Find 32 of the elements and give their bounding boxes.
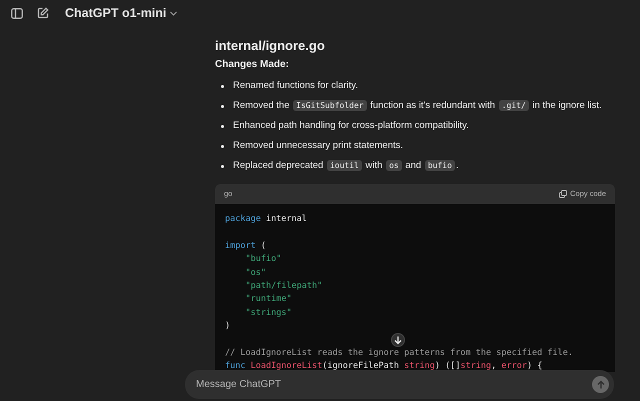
edit-icon[interactable] bbox=[37, 7, 49, 19]
code-line: package internal bbox=[225, 213, 307, 226]
model-selector[interactable]: ChatGPT o1-mini bbox=[65, 4, 178, 22]
arrow-up-icon bbox=[596, 380, 604, 389]
code-line: func LoadIgnoreList(ignoreFilePath string) ([]string, error) { bbox=[225, 360, 542, 372]
chevron-down-icon bbox=[170, 10, 178, 16]
code-line: "os" bbox=[246, 266, 266, 280]
arrow-down-icon bbox=[394, 336, 402, 344]
code-line: "bufio" bbox=[246, 253, 282, 266]
sidebar-icon[interactable] bbox=[11, 8, 23, 18]
code-line: import ( bbox=[225, 240, 266, 253]
code-line: ) bbox=[225, 320, 230, 334]
bullet-icon bbox=[221, 144, 224, 148]
send-button[interactable] bbox=[592, 376, 609, 393]
message-input[interactable]: Message ChatGPT bbox=[196, 377, 592, 392]
code-line: "strings" bbox=[246, 306, 292, 320]
bullet-text: Renamed functions for clarity. bbox=[233, 79, 358, 93]
bullet-icon bbox=[221, 104, 224, 108]
bullet-icon bbox=[221, 164, 224, 168]
bullet-icon bbox=[221, 84, 224, 88]
message-composer[interactable]: Message ChatGPT bbox=[185, 370, 614, 399]
copy-icon bbox=[559, 190, 568, 198]
changes-heading: Changes Made: bbox=[215, 58, 290, 72]
bullet-text: Replaced deprecated ioutil with os and bufio . bbox=[233, 159, 459, 173]
bullet-text: Enhanced path handling for cross-platform compatibility. bbox=[233, 119, 469, 133]
code-line: // LoadIgnoreList reads the ignore patterns from the specified file. bbox=[225, 346, 573, 360]
bullet-text: Removed unnecessary print statements. bbox=[233, 139, 404, 153]
code-line: "path/filepath" bbox=[246, 280, 322, 293]
bullet-text: Removed the IsGitSubfolder function as it's redundant with .git/ in the ignore list. bbox=[233, 99, 602, 113]
bullet-icon bbox=[221, 124, 224, 128]
code-line: "runtime" bbox=[246, 293, 292, 306]
file-heading: internal/ignore.go bbox=[215, 37, 326, 55]
